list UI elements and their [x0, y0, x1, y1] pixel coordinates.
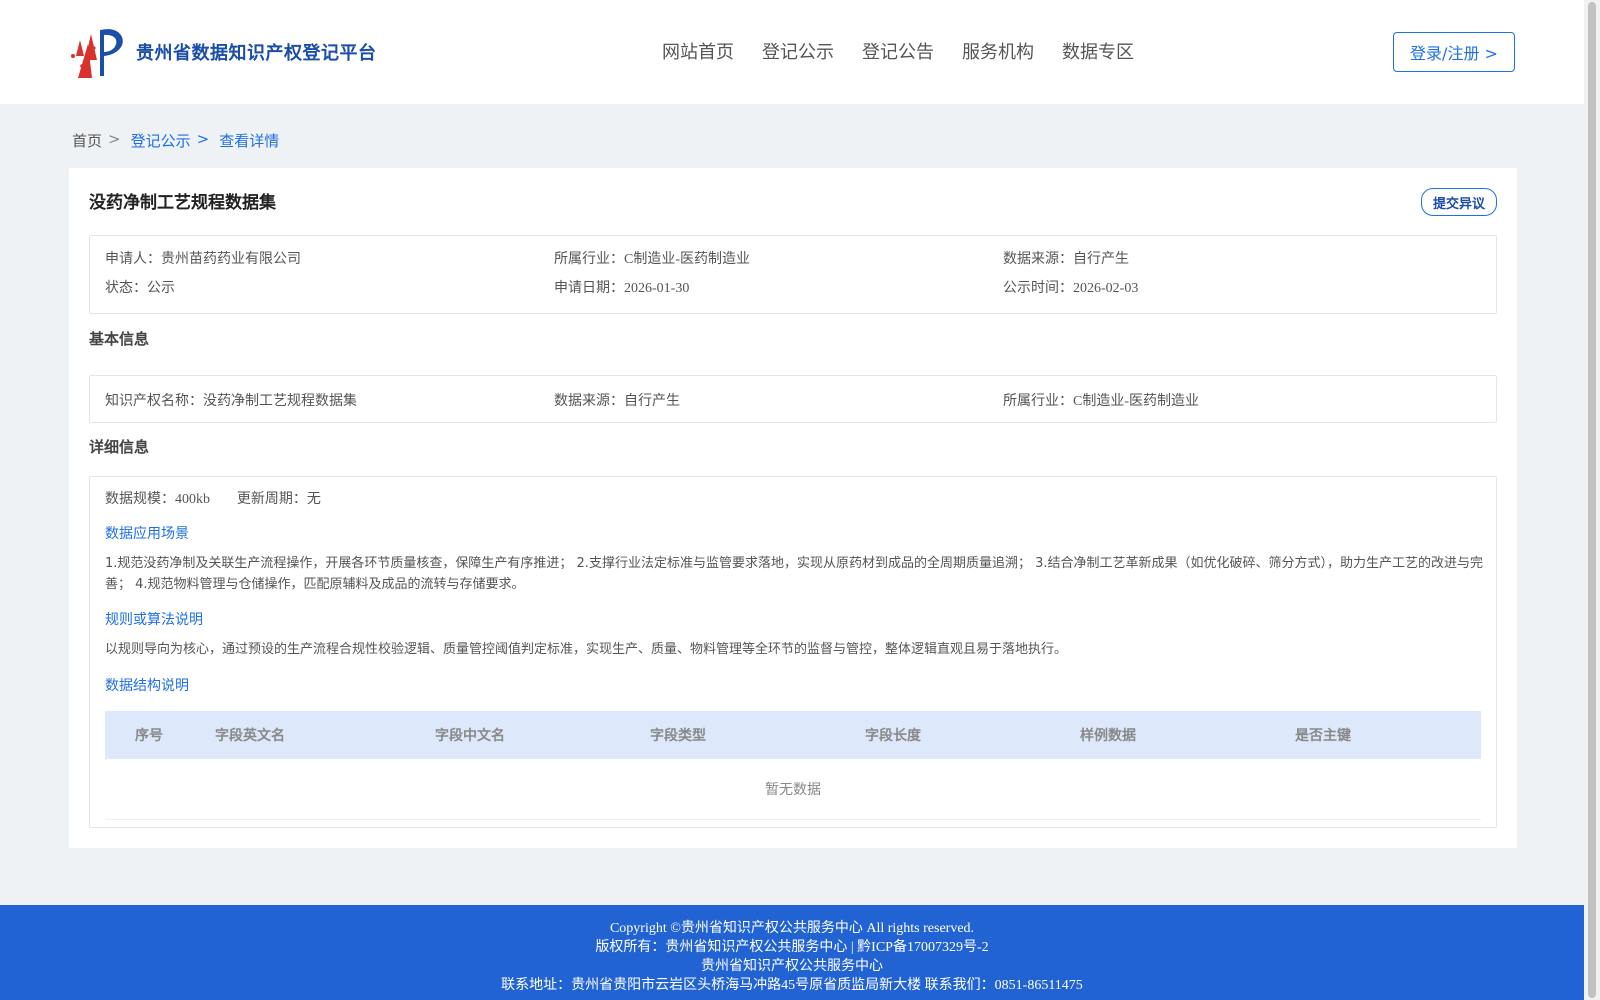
source-field: 数据来源：自行产生 — [1003, 248, 1129, 268]
applicant-value: 贵州苗药药业有限公司 — [161, 251, 301, 267]
site-logo[interactable]: 贵州省数据知识产权登记平台 — [70, 26, 377, 78]
basic-source-field: 数据来源：自行产生 — [554, 390, 680, 410]
breadcrumb-registration-publicity[interactable]: 登记公示 — [131, 130, 191, 151]
status-value: 公示 — [147, 280, 175, 296]
breadcrumb: 首页 > 登记公示 > 查看详情 — [72, 130, 285, 151]
publish-date-value: 2026-02-03 — [1073, 281, 1139, 296]
column-header-field-length: 字段长度 — [865, 728, 921, 744]
update-cycle-value: 无 — [306, 491, 321, 507]
column-header-field-type: 字段类型 — [650, 728, 706, 744]
footer-copyright: Copyright ©贵州省知识产权公共服务中心 All rights rese… — [609, 921, 975, 936]
nav-registration-publicity[interactable]: 登记公示 — [762, 38, 834, 64]
data-scale-label: 数据规模： — [105, 491, 175, 507]
apply-date-value: 2026-01-30 — [624, 281, 690, 296]
column-header-sample-data: 样例数据 — [1080, 728, 1136, 744]
nav-home[interactable]: 网站首页 — [662, 38, 734, 64]
nav-registration-announcement[interactable]: 登记公告 — [862, 38, 934, 64]
data-scale-field: 数据规模：400kb 更新周期：无 — [105, 488, 321, 508]
column-header-index: 序号 — [135, 728, 163, 744]
applicant-label: 申请人： — [105, 251, 161, 267]
page-title: 没药净制工艺规程数据集 — [89, 193, 276, 212]
footer-org: 贵州省知识产权公共服务中心 — [701, 959, 883, 974]
apply-date-label: 申请日期： — [554, 280, 624, 296]
data-structure-table: 序号 字段英文名 字段中文名 字段类型 字段长度 样例数据 是否主键 暂无数据 — [105, 711, 1481, 820]
breadcrumb-separator: > — [108, 130, 121, 148]
industry-label: 所属行业： — [554, 251, 624, 267]
column-header-primary-key: 是否主键 — [1295, 728, 1351, 744]
breadcrumb-separator: > — [196, 130, 210, 148]
main-nav: 网站首页 登记公示 登记公告 服务机构 数据专区 — [662, 38, 1162, 64]
site-header: 贵州省数据知识产权登记平台 网站首页 登记公示 登记公告 服务机构 数据专区 登… — [0, 0, 1584, 104]
logo-text: 贵州省数据知识产权登记平台 — [136, 43, 377, 63]
application-scenario-text: 1.规范没药净制及关联生产流程操作，开展各环节质量核查，保障生产有序推进； 2.… — [105, 556, 1483, 592]
publish-date-label: 公示时间： — [1003, 280, 1073, 296]
footer-contact: 联系地址：贵州省贵阳市云岩区头桥海马冲路45号原省质监局新大楼 联系我们：085… — [501, 978, 1083, 993]
table-empty-state: 暂无数据 — [105, 759, 1481, 820]
publish-date-field: 公示时间：2026-02-03 — [1003, 277, 1138, 297]
basic-info-heading: 基本信息 — [89, 332, 150, 348]
basic-source-value: 自行产生 — [624, 393, 680, 409]
update-cycle-label: 更新周期： — [236, 491, 307, 507]
ip-name-field: 知识产权名称：没药净制工艺规程数据集 — [105, 390, 357, 410]
basic-info-box: 知识产权名称：没药净制工艺规程数据集 数据来源：自行产生 所属行业：C制造业-医… — [89, 375, 1497, 423]
nav-service-agencies[interactable]: 服务机构 — [962, 38, 1034, 64]
data-scale-value: 400kb — [175, 492, 210, 507]
basic-industry-label: 所属行业： — [1003, 393, 1073, 409]
basic-industry-field: 所属行业：C制造业-医药制造业 — [1003, 390, 1199, 410]
source-label: 数据来源： — [1003, 251, 1073, 267]
breadcrumb-home[interactable]: 首页 — [72, 130, 102, 151]
column-header-english-name: 字段英文名 — [215, 728, 285, 744]
status-field: 状态：公示 — [105, 277, 175, 297]
ip-name-label: 知识产权名称： — [105, 393, 203, 409]
scrollbar-thumb[interactable] — [1588, 2, 1596, 998]
data-structure-heading: 数据结构说明 — [105, 678, 189, 694]
industry-value: C制造业-医药制造业 — [624, 252, 750, 267]
basic-industry-value: C制造业-医药制造业 — [1073, 394, 1199, 409]
site-footer: Copyright ©贵州省知识产权公共服务中心 All rights rese… — [0, 905, 1584, 1000]
status-label: 状态： — [105, 280, 147, 296]
login-register-button[interactable]: 登录/注册 > — [1393, 32, 1515, 72]
breadcrumb-current: 查看详情 — [219, 132, 280, 150]
table-header: 序号 字段英文名 字段中文名 字段类型 字段长度 样例数据 是否主键 — [105, 711, 1481, 759]
detail-info-heading: 详细信息 — [89, 440, 150, 456]
nav-data-zone[interactable]: 数据专区 — [1062, 38, 1134, 64]
column-header-chinese-name: 字段中文名 — [435, 728, 505, 744]
apply-date-field: 申请日期：2026-01-30 — [554, 277, 689, 297]
industry-field: 所属行业：C制造业-医药制造业 — [554, 248, 750, 268]
basic-source-label: 数据来源： — [554, 393, 624, 409]
submit-objection-button[interactable]: 提交异议 — [1421, 188, 1497, 216]
footer-rights: 版权所有：贵州省知识产权公共服务中心 | 黔ICP备17007329号-2 — [595, 940, 989, 955]
ip-name-value: 没药净制工艺规程数据集 — [203, 393, 357, 409]
detail-info-box: 数据规模：400kb 更新周期：无 数据应用场景 1.规范没药净制及关联生产流程… — [89, 476, 1497, 828]
rule-algorithm-text: 以规则导向为核心，通过预设的生产流程合规性校验逻辑、质量管控阈值判定标准，实现生… — [105, 642, 1068, 657]
applicant-field: 申请人：贵州苗药药业有限公司 — [105, 248, 301, 268]
source-value: 自行产生 — [1073, 251, 1129, 267]
detail-panel: 没药净制工艺规程数据集 提交异议 申请人：贵州苗药药业有限公司 所属行业：C制造… — [69, 168, 1517, 848]
rule-algorithm-heading: 规则或算法说明 — [105, 612, 203, 628]
application-scenario-heading: 数据应用场景 — [105, 526, 189, 542]
summary-box: 申请人：贵州苗药药业有限公司 所属行业：C制造业-医药制造业 数据来源：自行产生… — [89, 235, 1497, 314]
logo-icon — [70, 26, 128, 78]
